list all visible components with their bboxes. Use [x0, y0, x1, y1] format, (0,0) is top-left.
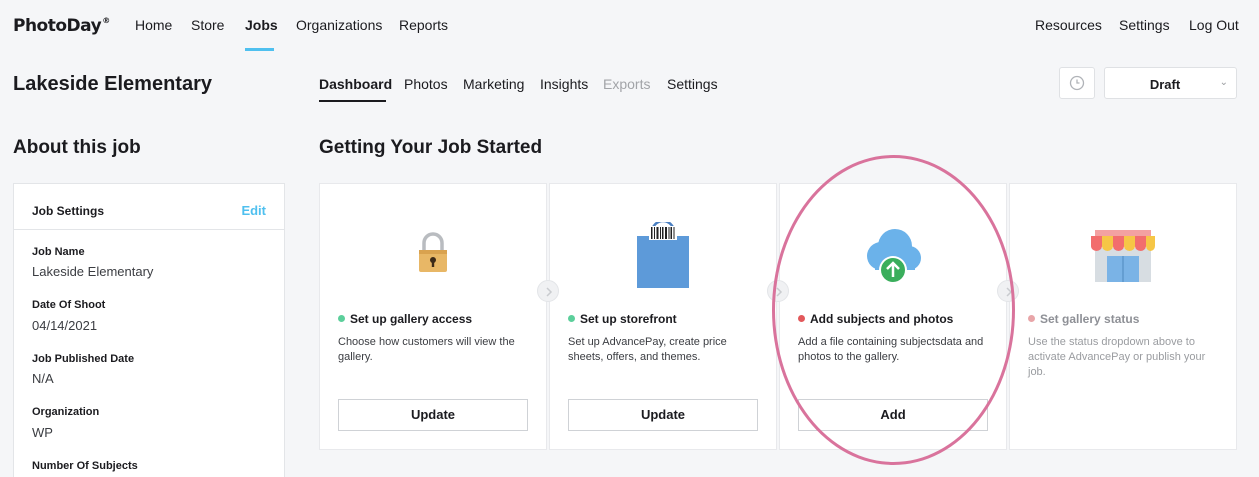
- nav-store[interactable]: Store: [191, 17, 224, 33]
- job-title: Lakeside Elementary: [13, 73, 212, 95]
- top-navigation: PhotoDay® Home Store Jobs Organizations …: [0, 0, 1259, 52]
- card-description: Set up AdvancePay, create price sheets, …: [568, 336, 727, 363]
- card-title: Add subjects and photos: [798, 312, 953, 326]
- card-storefront: Set up storefront Set up AdvancePay, cre…: [549, 183, 777, 450]
- card-title: Set gallery status: [1028, 312, 1139, 326]
- tab-exports[interactable]: Exports: [603, 76, 650, 92]
- photoday-logo[interactable]: PhotoDay®: [13, 16, 110, 36]
- card-title: Set up gallery access: [338, 312, 472, 326]
- status-dot: [1028, 315, 1035, 322]
- nav-home[interactable]: Home: [135, 17, 172, 33]
- nav-settings[interactable]: Settings: [1119, 17, 1170, 33]
- card-title: Set up storefront: [568, 312, 677, 326]
- chevron-right-icon: [997, 280, 1019, 302]
- nav-logout[interactable]: Log Out: [1189, 17, 1239, 33]
- edit-link[interactable]: Edit: [241, 203, 266, 218]
- nav-jobs[interactable]: Jobs: [245, 17, 278, 33]
- job-settings-panel: Job Settings Edit Job Name Lakeside Elem…: [13, 183, 285, 477]
- nav-active-indicator: [245, 48, 274, 51]
- job-status-dropdown[interactable]: Draft ⌄: [1104, 67, 1237, 99]
- status-dot: [798, 315, 805, 322]
- nav-reports[interactable]: Reports: [399, 17, 448, 33]
- getting-started-cards: Set up gallery access Choose how custome…: [319, 183, 1237, 450]
- card-description: Choose how customers will view the galle…: [338, 336, 515, 363]
- tab-insights[interactable]: Insights: [540, 76, 588, 92]
- field-label-job-name: Job Name: [32, 246, 85, 258]
- nav-organizations[interactable]: Organizations: [296, 17, 382, 33]
- chevron-right-icon: [767, 280, 789, 302]
- shopping-bag-icon: [637, 219, 689, 288]
- lock-icon: [419, 232, 447, 272]
- field-label-organization: Organization: [32, 406, 100, 418]
- field-value-job-name: Lakeside Elementary: [32, 264, 154, 279]
- field-label-date-of-shoot: Date Of Shoot: [32, 299, 106, 311]
- status-dot: [338, 315, 345, 322]
- field-value-published-date: N/A: [32, 371, 54, 386]
- card-add-subjects: Add subjects and photos Add a file conta…: [779, 183, 1007, 450]
- field-value-date-of-shoot: 04/14/2021: [32, 318, 98, 333]
- card-gallery-access: Set up gallery access Choose how custome…: [319, 183, 547, 450]
- chevron-down-icon: ⌄: [1219, 77, 1228, 88]
- getting-started-heading: Getting Your Job Started: [319, 137, 543, 158]
- tab-marketing[interactable]: Marketing: [463, 76, 524, 92]
- panel-title: Job Settings: [32, 204, 105, 218]
- job-status-value: Draft: [1149, 77, 1181, 92]
- card-gallery-status: Set gallery status Use the status dropdo…: [1009, 183, 1237, 450]
- about-heading: About this job: [13, 137, 141, 158]
- history-button[interactable]: [1059, 67, 1095, 99]
- tab-active-indicator: [319, 100, 386, 102]
- field-label-subjects: Number Of Subjects: [32, 460, 138, 472]
- tab-photos[interactable]: Photos: [404, 76, 448, 92]
- status-dot: [568, 315, 575, 322]
- cloud-upload-icon: [867, 229, 921, 284]
- clock-icon: [1069, 75, 1085, 91]
- tab-dashboard[interactable]: Dashboard: [319, 76, 392, 92]
- card-description: Add a file containing subjectsdata and p…: [798, 336, 984, 363]
- update-gallery-access-button[interactable]: Update: [338, 399, 528, 431]
- field-value-organization: WP: [32, 425, 53, 440]
- panel-header: Job Settings Edit: [14, 184, 284, 230]
- chevron-right-icon: [537, 280, 559, 302]
- add-subjects-button[interactable]: Add: [798, 399, 988, 431]
- storefront-icon: [1091, 230, 1155, 282]
- update-storefront-button[interactable]: Update: [568, 399, 758, 431]
- card-description: Use the status dropdown above to activat…: [1028, 336, 1206, 378]
- nav-resources[interactable]: Resources: [1035, 17, 1102, 33]
- tab-settings[interactable]: Settings: [667, 76, 718, 92]
- field-label-published-date: Job Published Date: [32, 353, 135, 365]
